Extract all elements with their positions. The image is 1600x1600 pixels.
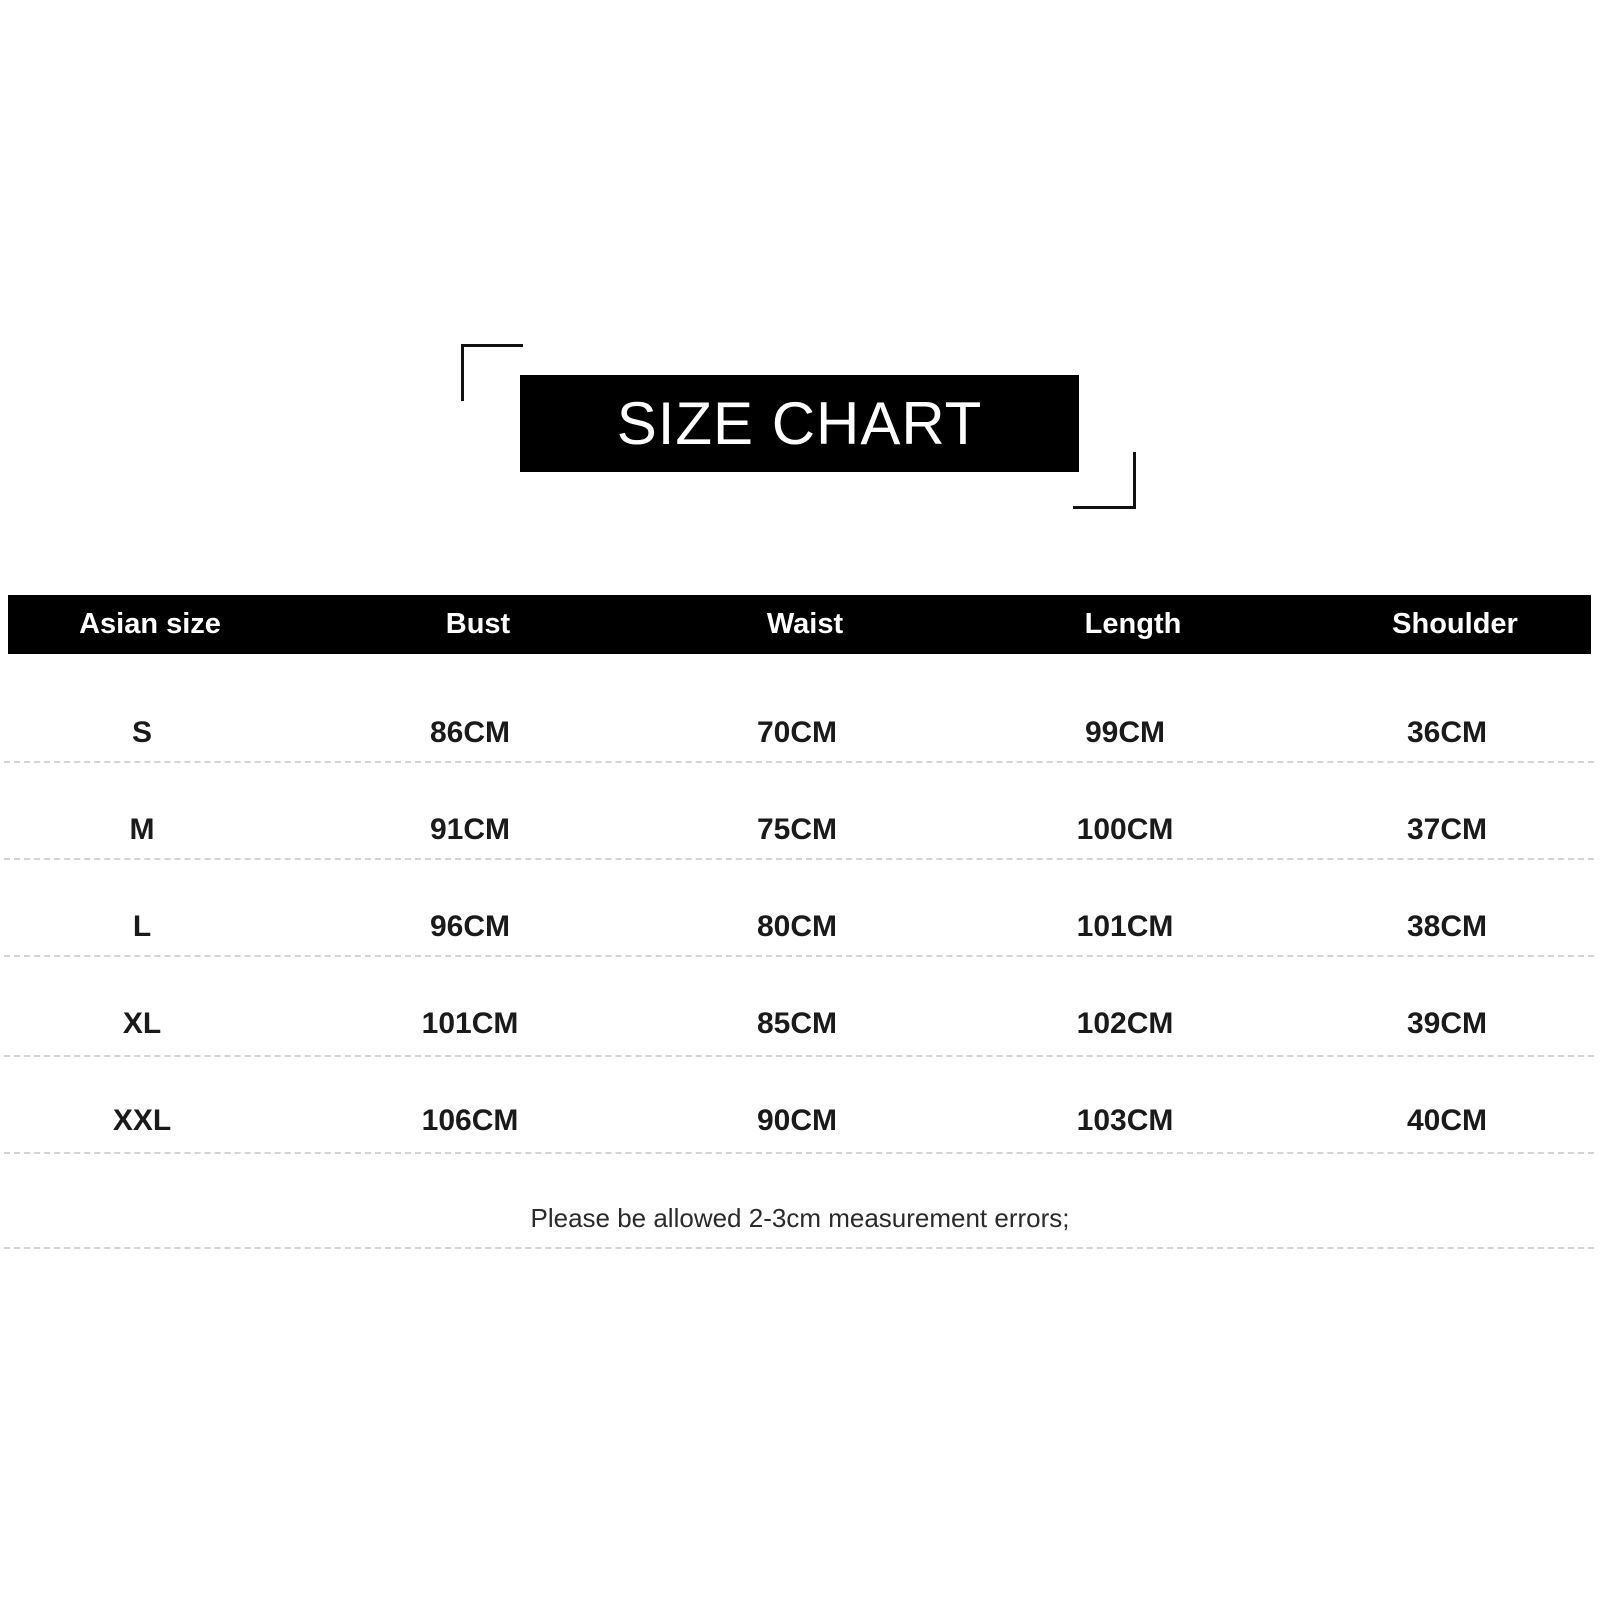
table-row: XL 101CM 85CM 102CM 39CM <box>0 1009 1600 1106</box>
table-row: M 91CM 75CM 100CM 37CM <box>0 815 1600 912</box>
row-divider <box>4 955 1594 957</box>
cell-bust: 106CM <box>421 1104 519 1137</box>
cell-length: 100CM <box>1076 813 1174 846</box>
cell-size: M <box>129 813 155 846</box>
cell-bust: 91CM <box>429 813 511 846</box>
title-corner-bracket-bottom-right <box>1073 452 1136 509</box>
header-length: Length <box>1084 608 1182 640</box>
cell-length: 101CM <box>1076 910 1174 943</box>
cell-size: XXL <box>112 1104 172 1137</box>
cell-size: S <box>131 716 152 749</box>
header-asian-size: Asian size <box>79 608 221 640</box>
header-shoulder: Shoulder <box>1392 608 1518 640</box>
measurement-note: Please be allowed 2-3cm measurement erro… <box>530 1203 1070 1233</box>
cell-shoulder: 37CM <box>1406 813 1488 846</box>
header-bust: Bust <box>445 608 511 640</box>
cell-length: 103CM <box>1076 1104 1174 1137</box>
table-row: L 96CM 80CM 101CM 38CM <box>0 912 1600 1009</box>
table-row: XXL 106CM 90CM 103CM 40CM <box>0 1106 1600 1203</box>
cell-waist: 75CM <box>756 813 838 846</box>
row-divider <box>4 761 1594 763</box>
cell-size: L <box>132 910 152 943</box>
header-waist: Waist <box>766 608 844 640</box>
cell-shoulder: 40CM <box>1406 1104 1488 1137</box>
row-divider <box>4 1247 1594 1249</box>
row-divider <box>4 858 1594 860</box>
cell-size: XL <box>122 1007 162 1040</box>
cell-waist: 85CM <box>756 1007 838 1040</box>
cell-bust: 96CM <box>429 910 511 943</box>
cell-bust: 101CM <box>421 1007 519 1040</box>
title-text: SIZE CHART <box>616 390 983 457</box>
cell-shoulder: 36CM <box>1406 716 1488 749</box>
cell-shoulder: 38CM <box>1406 910 1488 943</box>
row-divider <box>4 1055 1594 1057</box>
cell-shoulder: 39CM <box>1406 1007 1488 1040</box>
cell-waist: 90CM <box>756 1104 838 1137</box>
table-header: Asian size Bust Waist Length Shoulder <box>8 595 1591 654</box>
cell-bust: 86CM <box>429 716 511 749</box>
cell-waist: 70CM <box>756 716 838 749</box>
cell-length: 99CM <box>1084 716 1166 749</box>
cell-length: 102CM <box>1076 1007 1174 1040</box>
row-divider <box>4 1152 1594 1154</box>
table-row: S 86CM 70CM 99CM 36CM <box>0 718 1600 815</box>
cell-waist: 80CM <box>756 910 838 943</box>
size-chart-title: SIZE CHART <box>520 375 1079 472</box>
title-corner-bracket-top-left <box>461 344 523 401</box>
